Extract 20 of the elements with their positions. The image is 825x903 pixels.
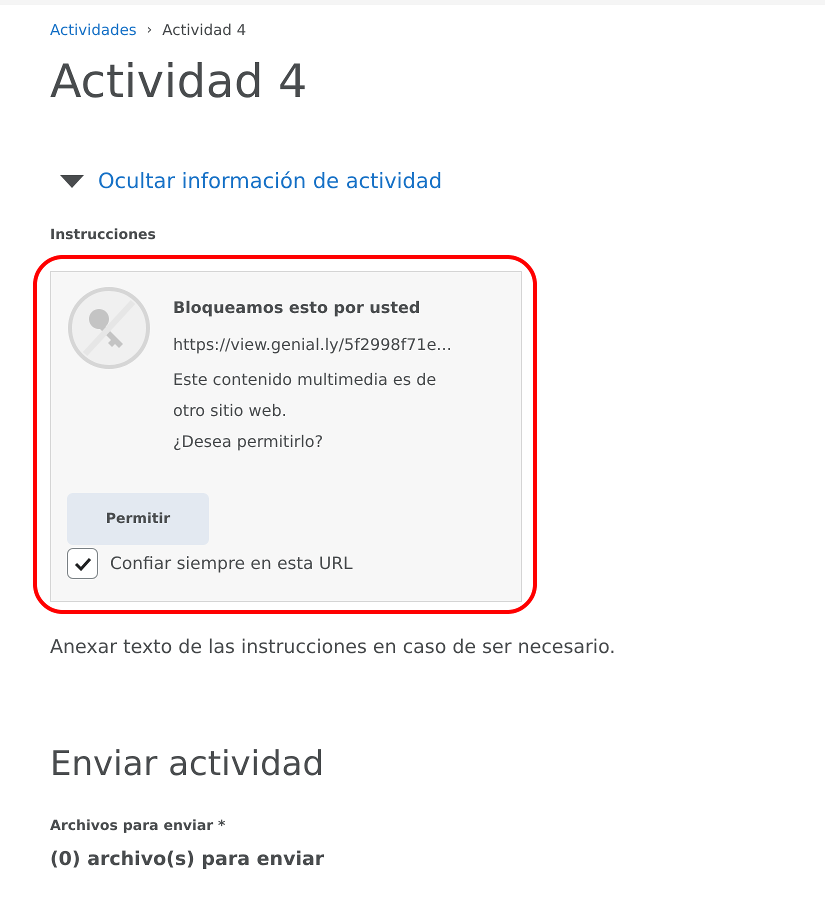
trust-checkbox[interactable] xyxy=(67,548,98,579)
card-title: Bloqueamos esto por usted xyxy=(173,298,422,317)
breadcrumb-separator: › xyxy=(146,22,152,38)
files-count: (0) archivo(s) para enviar xyxy=(50,848,326,870)
card-message: otro sitio web. xyxy=(173,400,288,422)
card-message: ¿Desea permitirlo? xyxy=(173,431,324,453)
toggle-link[interactable]: Ocultar información de actividad xyxy=(98,169,442,193)
card-message: Este contenido multimedia es de xyxy=(173,369,438,391)
blocked-url: https://view.genial.ly/5f2998f71e... xyxy=(173,334,452,356)
files-label: Archivos para enviar * xyxy=(50,818,226,834)
section-heading: Enviar actividad xyxy=(50,744,326,784)
blocked-key-icon xyxy=(67,286,151,370)
allow-button[interactable]: Permitir xyxy=(67,493,209,545)
breadcrumb-link[interactable]: Actividades xyxy=(50,21,137,39)
page-title: Actividad 4 xyxy=(50,53,308,109)
trust-label: Confiar siempre en esta URL xyxy=(110,554,353,574)
instructions-text: Anexar texto de las instrucciones en caso de ser necesario. xyxy=(50,636,616,658)
checkmark-icon xyxy=(74,556,92,572)
breadcrumb-current: Actividad 4 xyxy=(162,21,246,39)
section-label: Instrucciones xyxy=(50,227,157,243)
